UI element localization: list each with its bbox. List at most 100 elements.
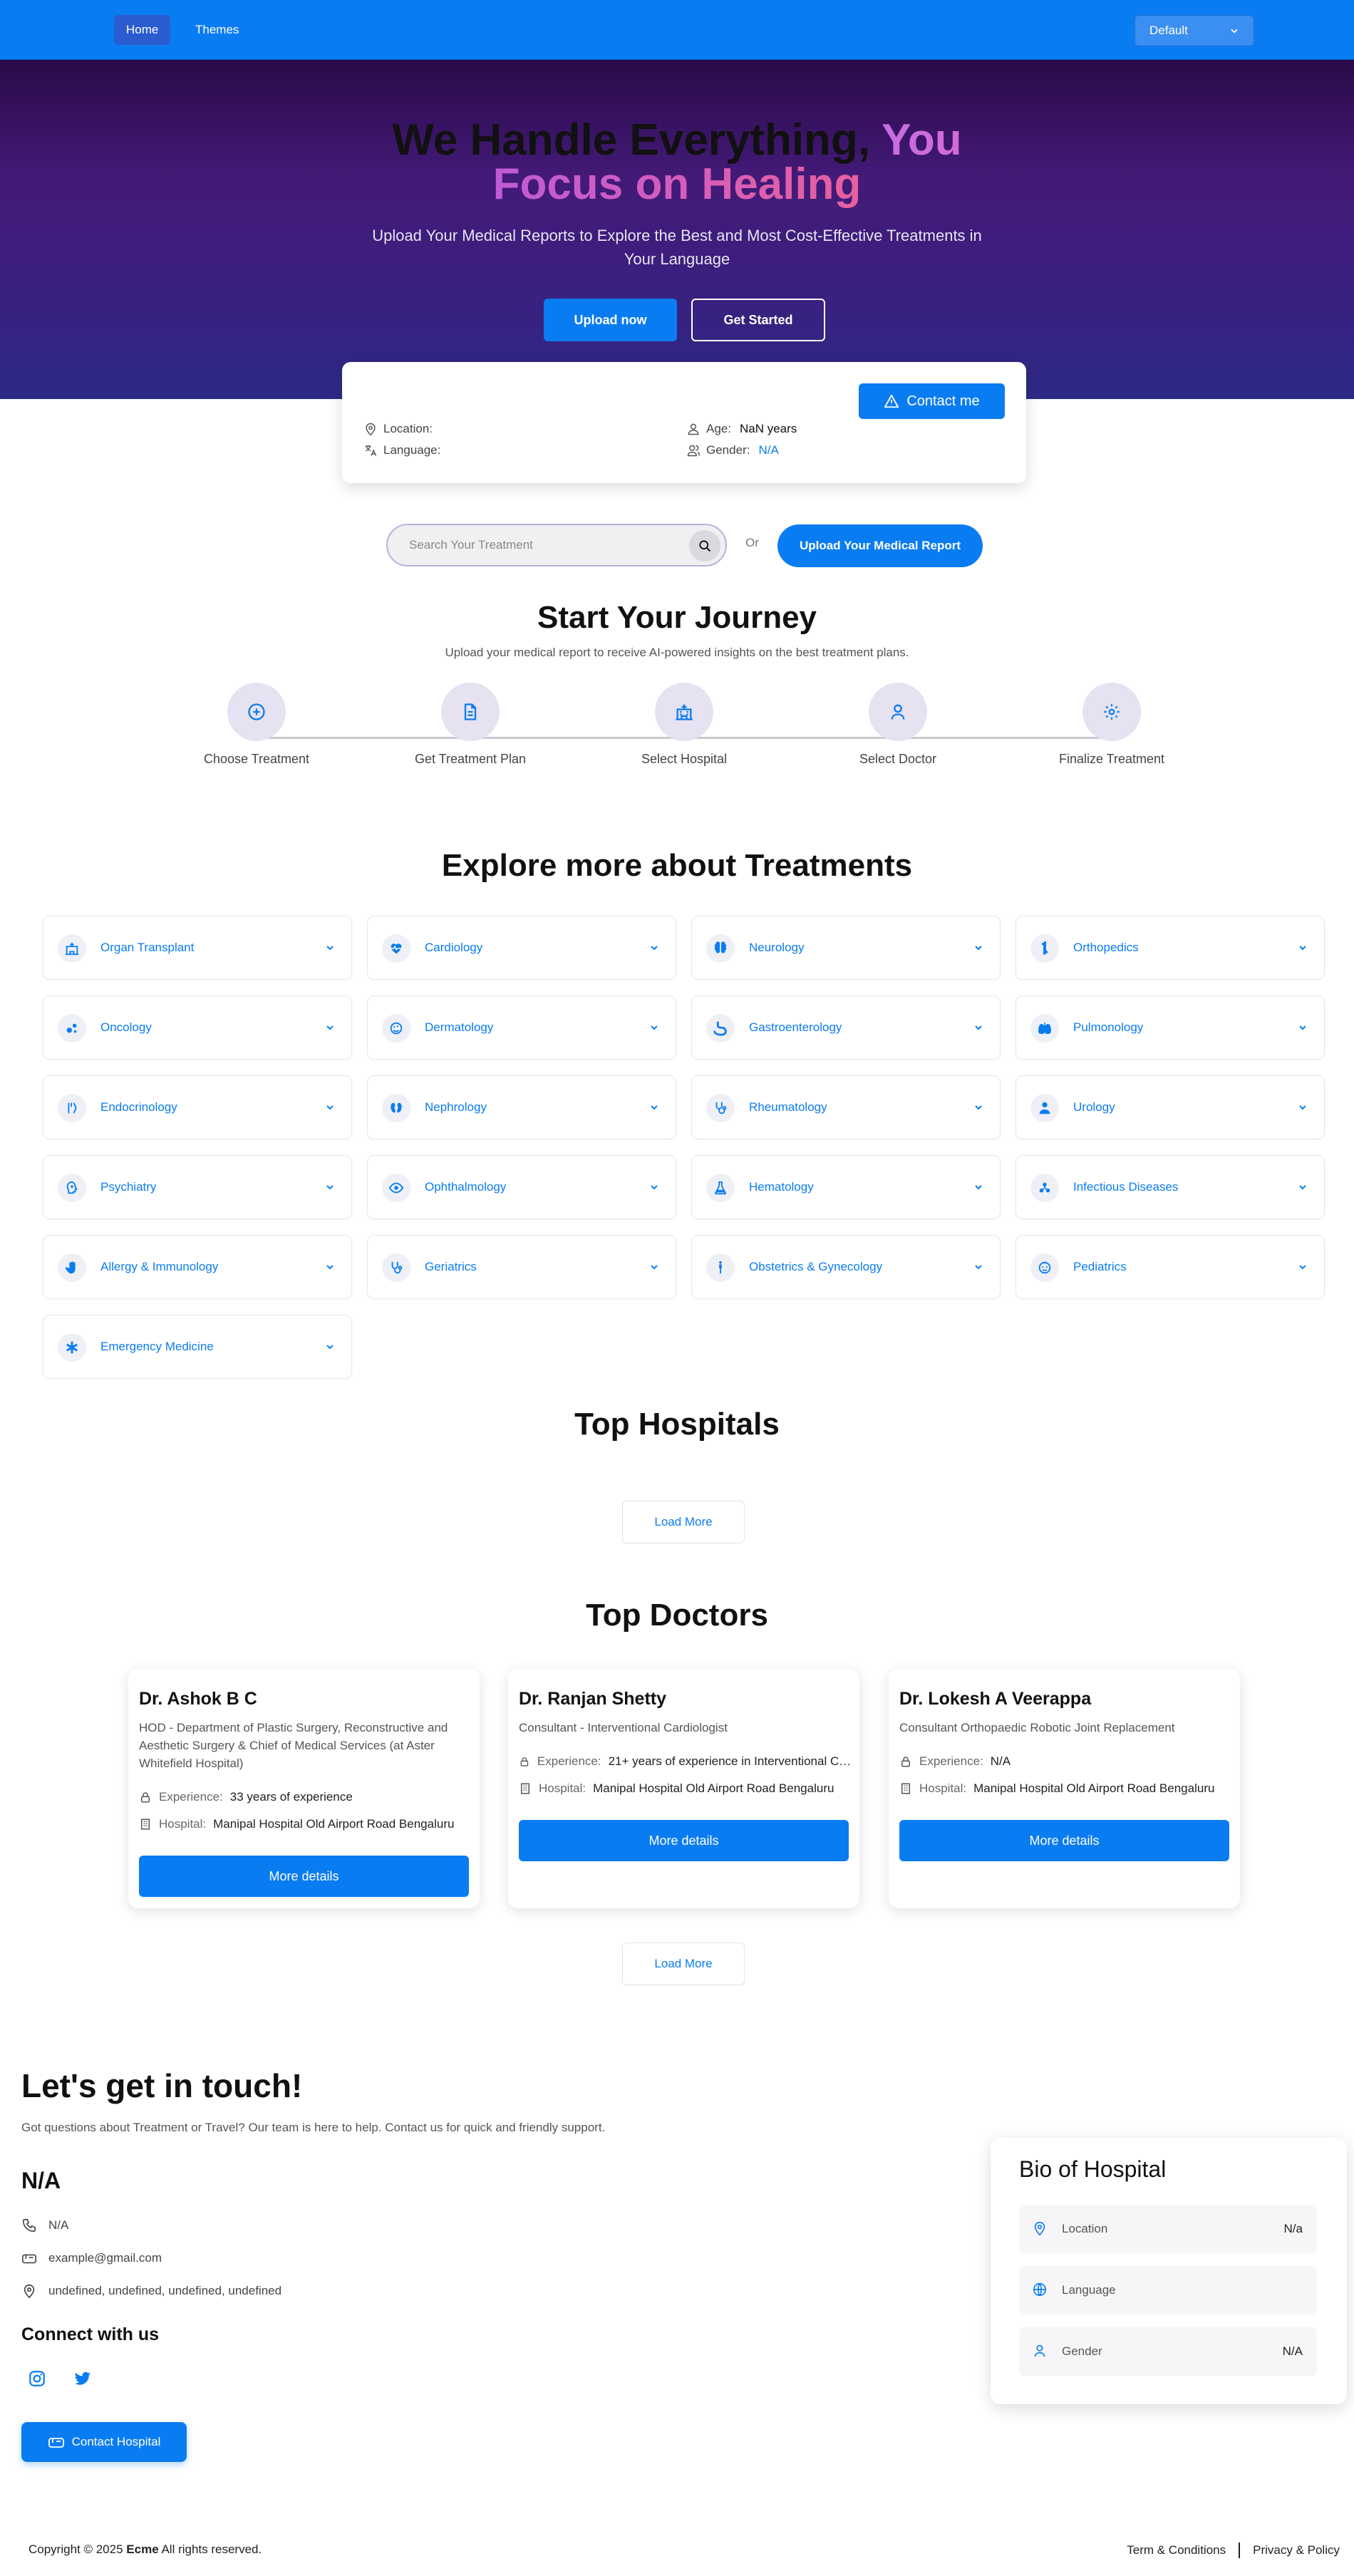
treatment-card[interactable]: Cardiology	[367, 916, 676, 980]
journey-step-choose-treatment[interactable]: Choose Treatment	[178, 683, 335, 767]
contact-hospital-button[interactable]: Contact Hospital	[21, 2422, 187, 2462]
upload-medical-report-button[interactable]: Upload Your Medical Report	[777, 524, 983, 567]
doctors-load-more-button[interactable]: Load More	[622, 1943, 745, 1985]
doctor-name: Dr. Ashok B C	[139, 1689, 257, 1709]
more-details-button[interactable]: More details	[899, 1820, 1229, 1861]
mailbox-icon	[22, 2254, 36, 2264]
treatment-card[interactable]: Organ Transplant	[43, 916, 352, 980]
treatment-icon-wrap	[58, 1174, 86, 1202]
more-details-button[interactable]: More details	[139, 1856, 469, 1897]
treatment-card[interactable]: Pulmonology	[1016, 995, 1325, 1060]
bio-row-location: Location N/a	[1019, 2205, 1317, 2253]
chevron-down-icon[interactable]	[648, 1022, 660, 1033]
doctor-designation: HOD - Department of Plastic Surgery, Rec…	[139, 1721, 448, 1770]
search-icon	[699, 540, 711, 552]
stomach-icon	[713, 1021, 727, 1036]
treatment-card[interactable]: Infectious Diseases	[1016, 1155, 1325, 1219]
chevron-down-icon[interactable]	[973, 1022, 984, 1033]
chevron-down-icon[interactable]	[1297, 1102, 1308, 1113]
treatment-card[interactable]: Geriatrics	[367, 1235, 676, 1299]
profile-location: Location:	[363, 422, 441, 436]
hero-title-accent: You	[882, 115, 962, 165]
top-navbar: Home Themes Default	[0, 0, 1354, 60]
chevron-down-icon[interactable]	[648, 1102, 660, 1113]
chevron-down-icon[interactable]	[324, 1102, 336, 1113]
upload-now-button[interactable]: Upload now	[544, 299, 677, 341]
user-icon	[891, 704, 905, 720]
chevron-down-icon	[1231, 29, 1238, 33]
treatment-icon-wrap	[706, 1094, 735, 1122]
instagram-link[interactable]	[23, 2364, 51, 2393]
terms-link[interactable]: Term & Conditions	[1127, 2543, 1226, 2557]
hero-title: We Handle Everything, You Focus on Heali…	[0, 118, 1354, 207]
treatment-card[interactable]: Dermatology	[367, 995, 676, 1060]
treatment-icon-wrap	[1030, 1174, 1059, 1202]
journey-step-finalize[interactable]: Finalize Treatment	[1033, 683, 1190, 767]
chevron-down-icon[interactable]	[648, 1261, 660, 1273]
contact-me-button[interactable]: Contact me	[859, 383, 1005, 419]
treatment-card[interactable]: Neurology	[691, 916, 1001, 980]
map-pin-icon	[1034, 2221, 1045, 2236]
more-details-button[interactable]: More details	[519, 1820, 849, 1861]
chevron-down-icon[interactable]	[1297, 1022, 1308, 1033]
get-started-button[interactable]: Get Started	[691, 299, 825, 341]
privacy-link[interactable]: Privacy & Policy	[1253, 2543, 1340, 2557]
treatment-card[interactable]: Psychiatry	[43, 1155, 352, 1219]
treatment-card[interactable]: Nephrology	[367, 1075, 676, 1139]
treatment-card[interactable]: Emergency Medicine	[43, 1315, 352, 1379]
doctor-hospital: Hospital: Manipal Hospital Old Airport R…	[519, 1781, 854, 1796]
treatment-card[interactable]: Pediatrics	[1016, 1235, 1325, 1299]
chevron-down-icon[interactable]	[973, 1261, 984, 1273]
or-separator: Or	[745, 536, 759, 549]
chevron-down-icon[interactable]	[1297, 942, 1308, 953]
chevron-down-icon[interactable]	[1297, 1181, 1308, 1193]
age-value: NaN years	[739, 422, 797, 435]
treatment-card[interactable]: Allergy & Immunology	[43, 1235, 352, 1299]
treatment-card[interactable]: Gastroenterology	[691, 995, 1001, 1060]
chevron-down-icon[interactable]	[648, 942, 660, 953]
address-value: undefined, undefined, undefined, undefin…	[48, 2284, 282, 2297]
twitter-link[interactable]	[68, 2364, 97, 2393]
step-circle	[655, 683, 713, 741]
journey-step-select-doctor[interactable]: Select Doctor	[820, 683, 976, 767]
theme-select[interactable]: Default	[1135, 15, 1254, 46]
journey-step-select-hospital[interactable]: Select Hospital	[606, 683, 763, 767]
treatment-card[interactable]: Obstetrics & Gynecology	[691, 1235, 1001, 1299]
treatment-card[interactable]: Rheumatology	[691, 1075, 1001, 1139]
search-placeholder: Search Your Treatment	[409, 538, 533, 552]
chevron-down-icon[interactable]	[648, 1181, 660, 1193]
chevron-down-icon[interactable]	[324, 1022, 336, 1033]
contact-address: undefined, undefined, undefined, undefin…	[21, 2283, 281, 2299]
doctor-name: Dr. Lokesh A Veerappa	[899, 1689, 1092, 1709]
chevron-down-icon[interactable]	[324, 1261, 336, 1273]
chevron-down-icon[interactable]	[324, 942, 336, 953]
treatment-card[interactable]: Urology	[1016, 1075, 1325, 1139]
chevron-down-icon[interactable]	[1297, 1261, 1308, 1273]
baby-face-icon	[1038, 1261, 1051, 1274]
user-icon	[688, 423, 699, 435]
bio-row-gender: Gender N/A	[1019, 2327, 1317, 2376]
nav-tab-themes[interactable]: Themes	[183, 15, 251, 45]
nav-tab-home[interactable]: Home	[114, 15, 171, 45]
chevron-down-icon[interactable]	[973, 1181, 984, 1193]
chevron-down-icon[interactable]	[324, 1181, 336, 1193]
treatment-card[interactable]: Ophthalmology	[367, 1155, 676, 1219]
search-button[interactable]	[689, 530, 720, 562]
search-input[interactable]: Search Your Treatment	[386, 524, 727, 567]
treatment-card[interactable]: Endocrinology	[43, 1075, 352, 1139]
age-label: Age:	[706, 422, 731, 435]
treatment-icon-wrap	[1030, 1014, 1059, 1043]
step-label: Select Doctor	[859, 752, 937, 766]
contact-phone: N/A	[21, 2218, 68, 2233]
treatment-card[interactable]: Hematology	[691, 1155, 1001, 1219]
journey-step-treatment-plan[interactable]: Get Treatment Plan	[392, 683, 549, 767]
treatment-card[interactable]: Orthopedics	[1016, 916, 1325, 980]
chevron-down-icon[interactable]	[324, 1341, 336, 1352]
hospitals-load-more-button[interactable]: Load More	[622, 1501, 745, 1543]
chevron-down-icon[interactable]	[973, 942, 984, 953]
step-circle	[441, 683, 500, 741]
experience-label: Experience:	[537, 1754, 601, 1768]
treatment-card[interactable]: Oncology	[43, 995, 352, 1060]
chevron-down-icon[interactable]	[973, 1102, 984, 1113]
contact-hospital-label: Contact Hospital	[71, 2435, 161, 2448]
